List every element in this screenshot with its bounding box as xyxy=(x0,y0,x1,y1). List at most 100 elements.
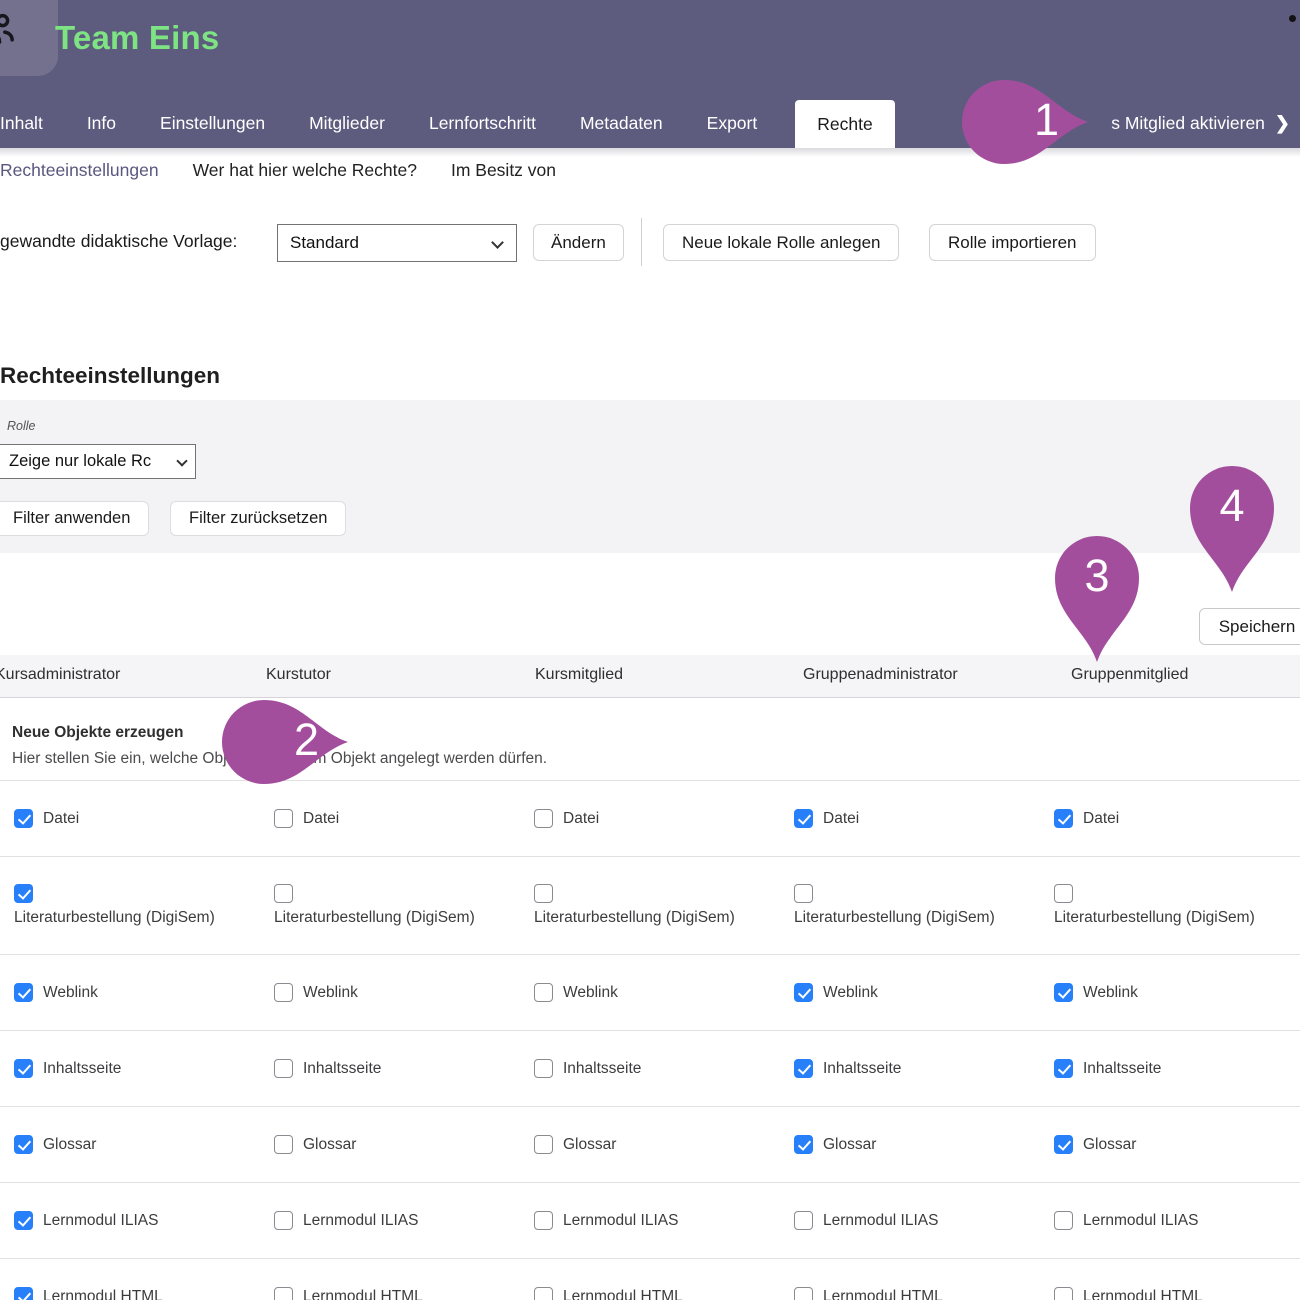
save-button[interactable]: Speichern xyxy=(1199,608,1300,645)
permission-label: Lernmodul ILIAS xyxy=(1083,1212,1198,1230)
role-filter-select[interactable]: Zeige nur lokale Rc xyxy=(0,444,196,479)
checked-checkbox-inhaltsseite-col4[interactable] xyxy=(794,1059,813,1078)
checked-checkbox-datei-col5[interactable] xyxy=(1054,809,1073,828)
permission-label: Lernmodul ILIAS xyxy=(303,1212,418,1230)
permission-label: Lernmodul ILIAS xyxy=(563,1212,678,1230)
permission-cell: Inhaltsseite xyxy=(260,1031,520,1106)
checked-checkbox-glossar-col4[interactable] xyxy=(794,1135,813,1154)
unchecked-checkbox-lernmodul-html-col5[interactable] xyxy=(1054,1287,1073,1300)
tab-rechte[interactable]: Rechte xyxy=(795,100,894,148)
permission-cell: Literaturbestellung (DigiSem) xyxy=(260,857,520,954)
permission-label: Inhaltsseite xyxy=(303,1060,381,1078)
permission-cell: Weblink xyxy=(260,955,520,1030)
subtab-wer-hat-hier-welche-rechte[interactable]: Wer hat hier welche Rechte? xyxy=(193,160,417,181)
permission-row-datei: DateiDateiDateiDateiDatei xyxy=(0,781,1300,857)
unchecked-checkbox-lernmodul-html-col4[interactable] xyxy=(794,1287,813,1300)
unchecked-checkbox-literaturbestellung-digisem-col4[interactable] xyxy=(794,884,813,903)
checked-checkbox-datei-col1[interactable] xyxy=(14,809,33,828)
tab-export[interactable]: Export xyxy=(707,113,758,134)
member-activate-action[interactable]: s Mitglied aktivieren ❯ xyxy=(1111,99,1290,148)
unchecked-checkbox-lernmodul-html-col2[interactable] xyxy=(274,1287,293,1300)
change-template-button[interactable]: Ändern xyxy=(533,224,624,261)
group-people-icon xyxy=(0,2,18,54)
chevron-right-icon: ❯ xyxy=(1275,113,1290,134)
unchecked-checkbox-datei-col2[interactable] xyxy=(274,809,293,828)
unchecked-checkbox-literaturbestellung-digisem-col5[interactable] xyxy=(1054,884,1073,903)
permission-label: Lernmodul ILIAS xyxy=(43,1212,158,1230)
permission-label: Datei xyxy=(823,810,859,828)
tab-einstellungen[interactable]: Einstellungen xyxy=(160,113,265,134)
permission-label: Weblink xyxy=(43,984,98,1002)
permission-cell: Lernmodul HTML xyxy=(1040,1259,1300,1300)
permission-label: Glossar xyxy=(1083,1136,1136,1154)
object-icon-plate xyxy=(0,0,58,76)
checked-checkbox-lernmodul-html-col1[interactable] xyxy=(14,1287,33,1300)
permission-label: Glossar xyxy=(563,1136,616,1154)
permission-cell: Lernmodul ILIAS xyxy=(780,1183,1040,1258)
checked-checkbox-weblink-col5[interactable] xyxy=(1054,983,1073,1002)
permission-cell: Lernmodul ILIAS xyxy=(520,1183,780,1258)
new-local-role-button[interactable]: Neue lokale Rolle anlegen xyxy=(663,224,899,261)
tab-info[interactable]: Info xyxy=(87,113,116,134)
permission-cell: Weblink xyxy=(780,955,1040,1030)
checked-checkbox-weblink-col1[interactable] xyxy=(14,983,33,1002)
column-header-kursadministrator: Kursadministrator xyxy=(0,666,120,684)
checked-checkbox-weblink-col4[interactable] xyxy=(794,983,813,1002)
unchecked-checkbox-literaturbestellung-digisem-col2[interactable] xyxy=(274,884,293,903)
permission-row-glossar: GlossarGlossarGlossarGlossarGlossar xyxy=(0,1107,1300,1183)
unchecked-checkbox-glossar-col3[interactable] xyxy=(534,1135,553,1154)
checked-checkbox-glossar-col1[interactable] xyxy=(14,1135,33,1154)
permission-cell: Lernmodul HTML xyxy=(520,1259,780,1300)
checked-checkbox-glossar-col5[interactable] xyxy=(1054,1135,1073,1154)
chevron-down-icon xyxy=(491,236,504,249)
checked-checkbox-literaturbestellung-digisem-col1[interactable] xyxy=(14,884,33,903)
unchecked-checkbox-literaturbestellung-digisem-col3[interactable] xyxy=(534,884,553,903)
permission-cell: Datei xyxy=(0,781,260,856)
permissions-table-body: DateiDateiDateiDateiDateiLiteraturbestel… xyxy=(0,781,1300,1300)
checked-checkbox-datei-col4[interactable] xyxy=(794,809,813,828)
header-dot xyxy=(1289,15,1296,22)
tab-lernfortschritt[interactable]: Lernfortschritt xyxy=(429,113,536,134)
tab-mitglieder[interactable]: Mitglieder xyxy=(309,113,385,134)
unchecked-checkbox-lernmodul-ilias-col2[interactable] xyxy=(274,1211,293,1230)
unchecked-checkbox-lernmodul-ilias-col4[interactable] xyxy=(794,1211,813,1230)
column-header-kurstutor: Kurstutor xyxy=(266,666,331,684)
create-objects-section: Neue Objekte erzeugen Hier stellen Sie e… xyxy=(0,698,1300,781)
unchecked-checkbox-datei-col3[interactable] xyxy=(534,809,553,828)
permission-cell: Weblink xyxy=(0,955,260,1030)
marker-number: 3 xyxy=(1055,553,1139,598)
permission-label: Weblink xyxy=(823,984,878,1002)
import-role-button[interactable]: Rolle importieren xyxy=(929,224,1096,261)
checked-checkbox-lernmodul-ilias-col1[interactable] xyxy=(14,1211,33,1230)
page-header: Team Eins InhaltInfoEinstellungenMitglie… xyxy=(0,0,1300,148)
subtab-im-besitz-von[interactable]: Im Besitz von xyxy=(451,160,556,181)
unchecked-checkbox-inhaltsseite-col3[interactable] xyxy=(534,1059,553,1078)
permission-cell: Datei xyxy=(520,781,780,856)
header-shadow xyxy=(0,148,1300,157)
unchecked-checkbox-lernmodul-html-col3[interactable] xyxy=(534,1287,553,1300)
unchecked-checkbox-inhaltsseite-col2[interactable] xyxy=(274,1059,293,1078)
permission-cell: Literaturbestellung (DigiSem) xyxy=(0,857,260,954)
unchecked-checkbox-lernmodul-ilias-col5[interactable] xyxy=(1054,1211,1073,1230)
permission-label: Inhaltsseite xyxy=(823,1060,901,1078)
filter-apply-button[interactable]: Filter anwenden xyxy=(0,501,149,536)
unchecked-checkbox-weblink-col2[interactable] xyxy=(274,983,293,1002)
unchecked-checkbox-weblink-col3[interactable] xyxy=(534,983,553,1002)
permission-label: Inhaltsseite xyxy=(1083,1060,1161,1078)
checked-checkbox-inhaltsseite-col1[interactable] xyxy=(14,1059,33,1078)
didactic-template-select[interactable]: Standard xyxy=(277,224,517,262)
subtab-rechteeinstellungen[interactable]: Rechteeinstellungen xyxy=(0,160,159,181)
chevron-down-icon xyxy=(176,455,187,466)
unchecked-checkbox-lernmodul-ilias-col3[interactable] xyxy=(534,1211,553,1230)
didactic-template-select-value: Standard xyxy=(278,233,359,253)
tab-inhalt[interactable]: Inhalt xyxy=(0,113,43,134)
table-header-row: KursadministratorKurstutorKursmitgliedGr… xyxy=(0,655,1300,698)
tab-bar: Inhalt Info Einstellungen Mitglieder Lernfor… xyxy=(0,99,1300,148)
permission-label: Literaturbestellung (DigiSem) xyxy=(1054,909,1255,927)
checked-checkbox-inhaltsseite-col5[interactable] xyxy=(1054,1059,1073,1078)
permission-cell: Lernmodul HTML xyxy=(780,1259,1040,1300)
filter-reset-button[interactable]: Filter zurücksetzen xyxy=(170,501,346,536)
unchecked-checkbox-glossar-col2[interactable] xyxy=(274,1135,293,1154)
tab-metadaten[interactable]: Metadaten xyxy=(580,113,663,134)
permission-label: Lernmodul HTML xyxy=(43,1288,163,1300)
